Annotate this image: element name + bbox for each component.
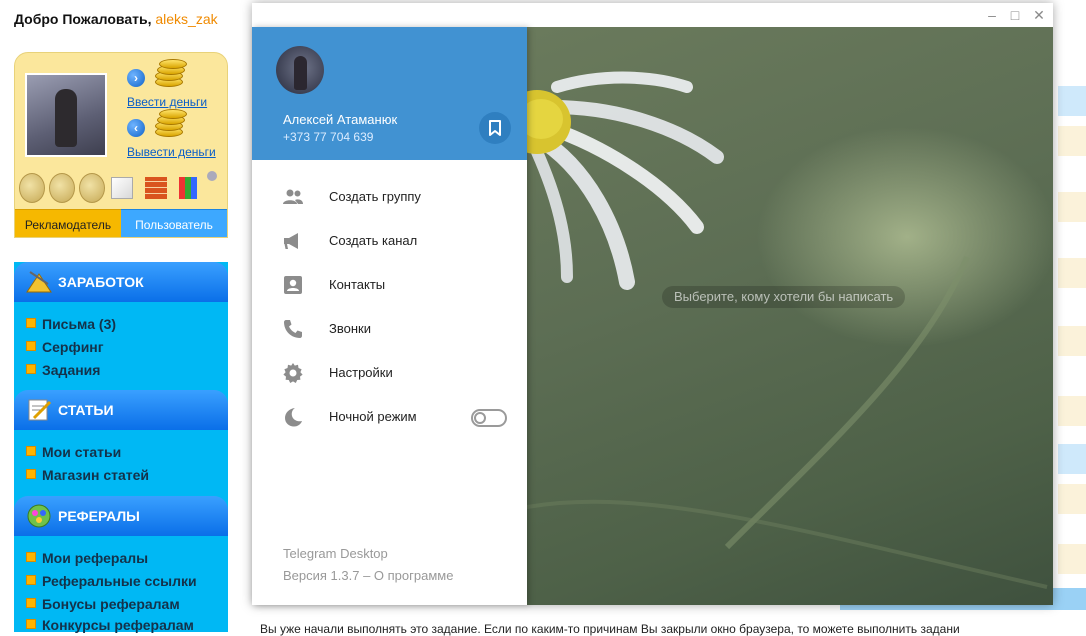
menu-head-label: ЗАРАБОТОК [58, 274, 144, 290]
empty-chat-hint: Выберите, кому хотели бы написать [662, 286, 906, 308]
menu-label: Создать группу [329, 189, 421, 204]
menu-earnings: ЗАРАБОТОК Письма (3) Серфинг Задания [14, 262, 228, 390]
tab-advertiser[interactable]: Рекламодатель [15, 209, 121, 237]
medal-icon [49, 173, 75, 203]
menu-contacts[interactable]: Контакты [252, 263, 527, 307]
main-menu-drawer: Алексей Атаманюк +373 77 704 639 Создать… [252, 27, 527, 605]
menu-calls[interactable]: Звонки [252, 307, 527, 351]
stats-icon[interactable] [179, 177, 201, 199]
menu-settings[interactable]: Настройки [252, 351, 527, 395]
maximize-icon[interactable]: □ [1006, 6, 1024, 24]
daisy-wallpaper [527, 71, 1053, 589]
moon-icon [285, 408, 302, 427]
people-icon [27, 504, 51, 528]
mining-icon [26, 271, 52, 293]
bookmark-icon [489, 120, 501, 136]
menu-item[interactable]: Конкурсы рефералам [26, 617, 194, 633]
welcome-text: Добро Пожаловать, aleks_zak [14, 11, 218, 27]
menu-item[interactable]: Задания [26, 362, 100, 378]
contacts-icon [284, 276, 302, 294]
gear-small-icon[interactable] [207, 171, 217, 181]
task-notice-text: Вы уже начали выполнять это задание. Есл… [260, 622, 960, 636]
menu-head-referrals[interactable]: РЕФЕРАЛЫ [14, 496, 228, 536]
menu-night-mode[interactable]: Ночной режим [252, 395, 527, 439]
menu-item[interactable]: Магазин статей [26, 467, 149, 483]
menu-label: Ночной режим [329, 409, 417, 424]
arrow-right-icon: › [127, 69, 145, 87]
profile-phone: +373 77 704 639 [283, 130, 374, 144]
menu-articles: СТАТЬИ Мои статьи Магазин статей [14, 390, 228, 498]
menu-item[interactable]: Мои статьи [26, 444, 121, 460]
menu-label: Контакты [329, 277, 386, 292]
menu-head-articles[interactable]: СТАТЬИ [14, 390, 228, 430]
menu-head-label: СТАТЬИ [58, 402, 114, 418]
saved-messages-button[interactable] [479, 112, 511, 144]
arrow-left-icon: ‹ [127, 119, 145, 137]
menu-label: Звонки [329, 321, 371, 336]
minimize-icon[interactable]: – [983, 6, 1001, 24]
user-photo [25, 73, 107, 157]
tab-user[interactable]: Пользователь [121, 209, 227, 237]
megaphone-icon [284, 233, 298, 249]
menu-item[interactable]: Письма (3) [26, 316, 116, 332]
phone-icon [284, 320, 302, 338]
menu-item[interactable]: Мои рефералы [26, 550, 148, 566]
menu-label: Настройки [329, 365, 393, 380]
user-card: › Ввести деньги ‹ Вывести деньги Рекламо… [14, 52, 228, 238]
menu-create-group[interactable]: Создать группу [252, 175, 527, 219]
coins-icon [151, 109, 187, 139]
gear-icon [283, 363, 303, 383]
withdraw-link[interactable]: Вывести деньги [127, 145, 216, 159]
chat-background: Выберите, кому хотели бы написать [527, 27, 1053, 605]
menu-head-earnings[interactable]: ЗАРАБОТОК [14, 262, 228, 302]
app-name: Telegram Desktop [283, 546, 388, 561]
notepad-icon[interactable] [111, 177, 133, 199]
username-link[interactable]: aleks_zak [155, 11, 217, 27]
article-icon [28, 399, 52, 421]
coins-icon [151, 59, 187, 89]
profile-name: Алексей Атаманюк [283, 112, 398, 127]
bricks-icon[interactable] [145, 177, 167, 199]
deposit-link[interactable]: Ввести деньги [127, 95, 207, 109]
drawer-header: Алексей Атаманюк +373 77 704 639 [252, 27, 527, 160]
medal-icon [79, 173, 105, 203]
menu-item[interactable]: Серфинг [26, 339, 104, 355]
welcome-label: Добро Пожаловать, [14, 11, 152, 27]
menu-head-label: РЕФЕРАЛЫ [58, 508, 140, 524]
title-bar[interactable]: – □ ✕ [252, 3, 1053, 27]
close-icon[interactable]: ✕ [1030, 6, 1048, 24]
medal-icon [19, 173, 45, 203]
telegram-window: – □ ✕ Выберите, кому хотели бы написать … [252, 3, 1053, 605]
menu-create-channel[interactable]: Создать канал [252, 219, 527, 263]
menu-item[interactable]: Реферальные ссылки [26, 573, 197, 589]
menu-referrals: РЕФЕРАЛЫ Мои рефералы Реферальные ссылки… [14, 496, 228, 633]
menu-label: Создать канал [329, 233, 418, 248]
menu-item[interactable]: Бонусы рефералам [26, 596, 180, 612]
avatar[interactable] [276, 46, 324, 94]
version-link[interactable]: Версия 1.3.7 – О программе [283, 568, 453, 583]
night-mode-toggle[interactable] [471, 409, 507, 427]
group-icon [283, 189, 303, 204]
